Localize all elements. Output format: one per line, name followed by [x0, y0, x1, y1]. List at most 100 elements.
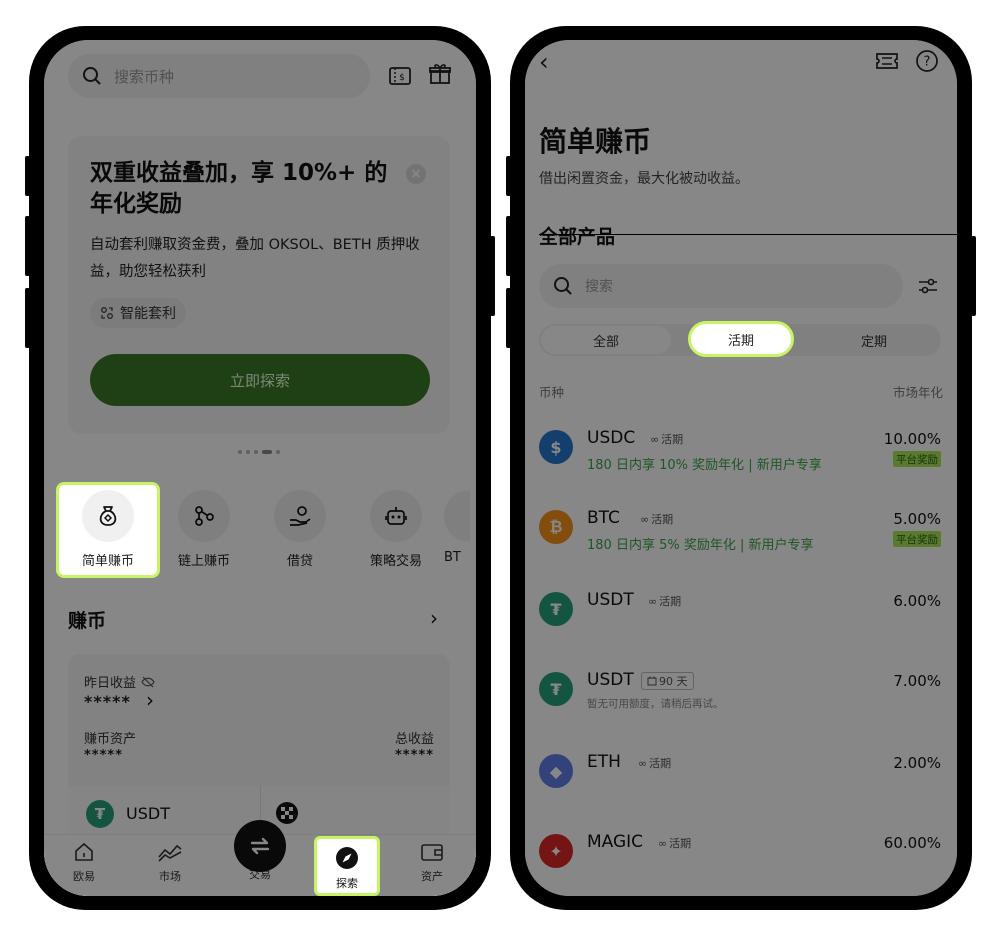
product-row-usdc[interactable]: $ USDC ∞ 活期 180 日内享 10% 奖励年化 | 新用户专享 10.… [539, 428, 941, 500]
column-header-coin: 币种 [539, 385, 565, 400]
platform-reward-badge: 平台奖励 [893, 451, 941, 467]
phone-side-button [25, 156, 30, 196]
product-promo-text: 180 日内享 5% 奖励年化 | 新用户专享 [587, 538, 814, 553]
carousel-dot [254, 450, 258, 454]
usdc-coin-icon: $ [539, 430, 573, 464]
explore-screen: 搜索币种 $ 双重收益叠加，享 10%+ 的年化奖励 × 自动套利赚取资金费，叠… [44, 40, 476, 896]
feature-icon-circle [82, 490, 134, 542]
ticket-icon[interactable] [875, 50, 899, 76]
product-apr: 10.00% [883, 430, 941, 448]
product-name: USDT [587, 670, 634, 690]
infinity-icon: ∞ [638, 756, 648, 770]
feature-simple-earn[interactable]: 简单赚币 [60, 490, 156, 576]
segment-flexible[interactable]: 活期 [688, 321, 794, 357]
close-icon[interactable]: × [406, 164, 426, 184]
svg-text:$: $ [399, 73, 405, 83]
feature-label: 链上赚币 [177, 554, 230, 569]
page-title: 简单赚币 [539, 125, 652, 158]
feature-icon-circle [370, 490, 422, 542]
phone-side-button [506, 216, 511, 276]
product-row-usdt-flexible[interactable]: ₮ USDT ∞ 活期 6.00% [539, 590, 941, 662]
help-icon[interactable]: ? [915, 49, 939, 77]
market-chart-icon [158, 844, 182, 862]
explore-now-button[interactable]: 立即探索 [90, 354, 430, 406]
infinity-icon: ∞ [650, 432, 660, 446]
product-term-badge: ∞ 活期 [640, 512, 674, 527]
feature-strategy-trading[interactable]: 策略交易 [348, 490, 444, 576]
product-row-eth[interactable]: ◆ ETH ∞ 活期 2.00% [539, 752, 941, 824]
asset-coin-name: USDT [126, 804, 170, 823]
eth-coin-icon: ◆ [539, 754, 573, 788]
tab-assets[interactable]: 资产 [400, 841, 464, 884]
product-name: USDC [587, 428, 636, 448]
product-row-usdt-90d[interactable]: ₮ USDT 90 天 暂无可用额度，请稍后再试。 7.00% [539, 670, 941, 742]
tab-market[interactable]: 市场 [138, 841, 202, 884]
product-name: USDT [587, 590, 634, 610]
search-icon [83, 67, 101, 85]
carousel-indicator[interactable] [238, 450, 280, 454]
promo-banner[interactable]: 双重收益叠加，享 10%+ 的年化奖励 × 自动套利赚取资金费，叠加 OKSOL… [68, 136, 450, 434]
annotation-line [539, 234, 957, 235]
chevron-right-icon[interactable]: › [430, 606, 438, 630]
product-term-badge: ∞ 活期 [648, 594, 682, 609]
tab-explore[interactable]: 探索 [314, 836, 380, 896]
grid-badge-icon [276, 802, 298, 824]
search-placeholder: 搜索 [585, 279, 613, 295]
phone-frame-left: 搜索币种 $ 双重收益叠加，享 10%+ 的年化奖励 × 自动套利赚取资金费，叠… [25, 26, 495, 910]
phone-side-button [506, 156, 511, 196]
back-arrow-icon[interactable]: ‹ [539, 48, 549, 76]
voucher-icon[interactable]: $ [386, 62, 414, 90]
compass-icon [336, 847, 358, 869]
simple-earn-screen: ‹ ? 简单赚币 借出闲置资金，最大化被动收益。 全部产品 搜索 全部 定期 币… [525, 40, 957, 896]
yesterday-value: ***** [84, 692, 131, 711]
feature-loan[interactable]: 借贷 [252, 490, 348, 576]
money-bag-icon [99, 506, 117, 526]
coin-search-input[interactable]: 搜索币种 [68, 54, 370, 98]
product-term-badge: ∞ 活期 [650, 432, 684, 447]
carousel-dot-active [262, 450, 272, 454]
feature-label: BT [444, 550, 461, 565]
product-row-magic[interactable]: ✦ MAGIC ∞ 活期 60.00% [539, 832, 941, 896]
tab-okx[interactable]: 欧易 [52, 841, 116, 884]
strategy-icon [101, 307, 113, 319]
chevron-right-icon[interactable]: › [146, 688, 154, 712]
phone-side-button [490, 236, 495, 316]
feature-partial[interactable]: BT [444, 490, 476, 576]
promo-tag[interactable]: 智能套利 [90, 298, 186, 328]
wallet-icon [421, 844, 443, 861]
product-term-badge: 90 天 [641, 672, 694, 690]
feature-label: 简单赚币 [81, 554, 134, 569]
segment-all[interactable]: 全部 [539, 324, 673, 356]
all-products-heading: 全部产品 [539, 226, 616, 248]
usdt-coin-icon: ₮ [86, 800, 114, 828]
earn-section-title: 赚币 [68, 610, 107, 632]
phone-side-button [971, 236, 976, 316]
feature-icon-circle [274, 490, 326, 542]
feature-icon-circle [444, 490, 470, 542]
carousel-dot [238, 450, 242, 454]
product-status-text: 暂无可用额度，请稍后再试。 [587, 698, 724, 710]
eye-off-icon[interactable] [141, 676, 155, 688]
home-icon [75, 842, 93, 861]
product-apr: 7.00% [893, 672, 941, 690]
product-row-btc[interactable]: ₿ BTC ∞ 活期 180 日内享 5% 奖励年化 | 新用户专享 5.00%… [539, 508, 941, 580]
product-apr: 6.00% [893, 592, 941, 610]
segment-fixed[interactable]: 定期 [807, 324, 941, 356]
promo-description: 自动套利赚取资金费，叠加 OKSOL、BETH 质押收益，助您轻松获利 [90, 237, 420, 280]
search-placeholder: 搜索币种 [114, 67, 175, 86]
phone-side-button [25, 216, 30, 276]
platform-reward-badge: 平台奖励 [893, 531, 941, 547]
filter-sliders-icon[interactable] [917, 276, 939, 300]
svg-text:?: ? [924, 55, 931, 70]
tab-label: 欧易 [73, 870, 95, 883]
infinity-icon: ∞ [648, 594, 658, 608]
feature-onchain-earn[interactable]: 链上赚币 [156, 490, 252, 576]
robot-icon [385, 507, 407, 525]
total-earnings-label: 总收益 [394, 732, 434, 747]
product-search-input[interactable]: 搜索 [539, 264, 903, 308]
column-header-apr: 市场年化 [892, 385, 943, 400]
gift-icon[interactable] [426, 60, 454, 88]
trade-swap-button[interactable] [234, 820, 286, 872]
usdt-coin-icon: ₮ [539, 672, 573, 706]
feature-label: 策略交易 [369, 554, 422, 569]
